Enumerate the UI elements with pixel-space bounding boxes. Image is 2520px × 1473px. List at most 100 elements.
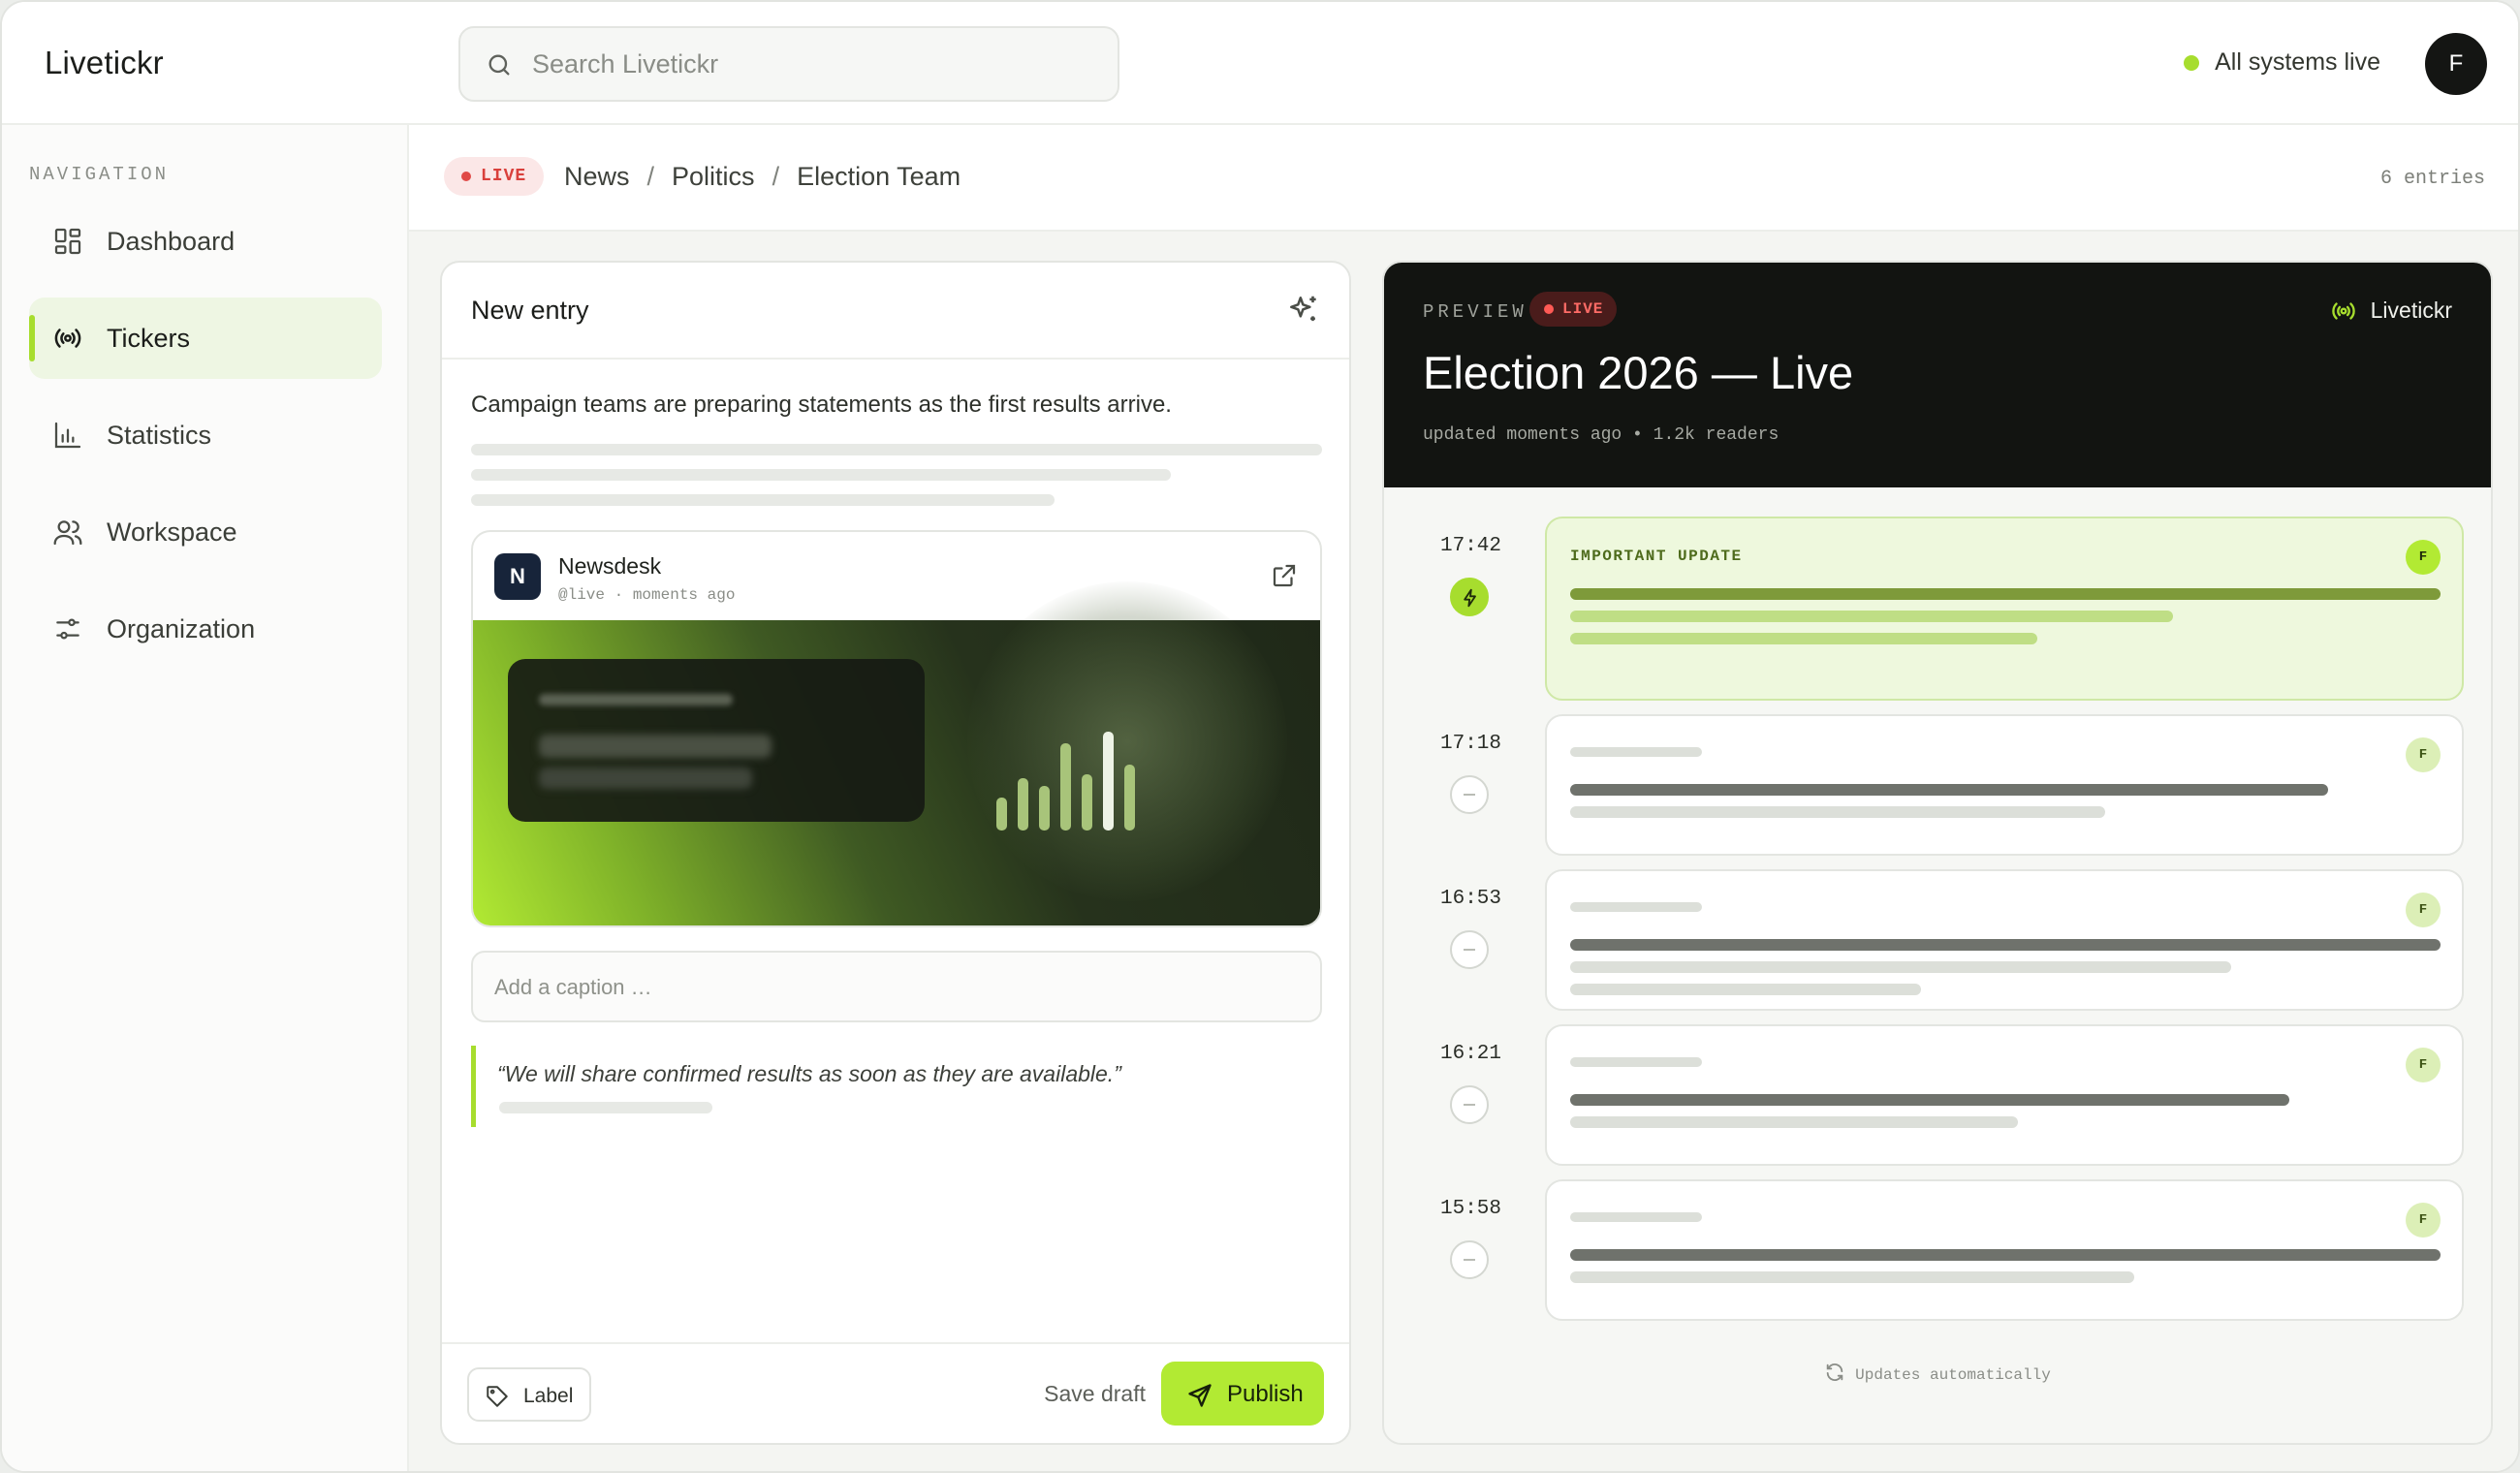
send-icon [1188,1384,1212,1407]
entry-time: 17:42 [1440,535,1502,557]
image-bar [1103,732,1114,831]
content-line [1570,1057,1702,1067]
editor-footer: Label Save draft Publish [442,1342,1349,1443]
live-badge: LIVE [444,157,545,196]
timeline-entry[interactable]: IMPORTANT UPDATE F [1545,517,2464,701]
preview-header: PREVIEW LIVE Livetickr Election 2026 — L… [1384,263,2491,487]
entry-time: 16:53 [1440,888,1502,910]
breadcrumb: News / Politics / Election Team [564,162,961,192]
sliders-icon [56,618,79,640]
quote-text: “We will share confirmed results as soon… [497,1061,1121,1086]
content-line [1570,747,1702,757]
broadcast-icon [54,329,81,348]
content-line [1570,784,2328,796]
author-avatar: F [2406,893,2441,927]
preview-live-badge: LIVE [1529,292,1618,327]
important-label: IMPORTANT UPDATE [1570,548,1743,565]
bolt-icon [1464,588,1476,608]
author-avatar: F [2406,1203,2441,1238]
caption-input[interactable]: Add a caption … [471,951,1322,1022]
tag-icon [487,1386,508,1407]
auto-update-text: Updates automatically [1855,1366,2051,1384]
preview-brand-name: Livetickr [2370,298,2452,323]
blurred-line [539,768,752,789]
timeline-marker [1450,930,1489,969]
auto-update-note: Updates automatically [1384,1362,2491,1384]
search-icon [488,54,510,76]
breadcrumb-bar: LIVE News / Politics / Election Team 6 entri… [409,125,2518,232]
preview-meta: updated moments ago • 1.2k readers [1423,425,1780,445]
caption-placeholder: Add a caption … [494,975,652,999]
embed-image [473,581,1320,925]
content-line [1570,984,1921,995]
content-line [1570,588,2441,600]
top-bar: Livetickr Search Livetickr All systems l… [2,2,2518,125]
image-bar [996,798,1007,831]
app-logo[interactable]: Livetickr [45,45,164,81]
publish-button[interactable]: Publish [1161,1362,1324,1426]
author-avatar: F [2406,1048,2441,1082]
system-status-text: All systems live [2215,48,2380,76]
sidebar-item-dashboard[interactable]: Dashboard [29,201,382,282]
entry-time: 15:58 [1440,1198,1502,1220]
preview-brand: Livetickr [2331,298,2452,324]
author-avatar: F [2406,540,2441,575]
breadcrumb-separator: / [772,162,780,191]
source-name: Newsdesk [558,553,662,579]
timeline-marker [1450,578,1489,616]
sidebar-item-organization[interactable]: Organization [29,588,382,670]
content-line [1570,1094,2289,1106]
timeline-entry[interactable]: F [1545,1179,2464,1321]
blurred-line [539,735,772,758]
embed-card[interactable]: N Newsdesk @live · moments ago [471,530,1322,927]
dashboard-icon [54,228,81,255]
sidebar: NAVIGATION Dashboard Tickers Statistics … [2,125,409,1471]
text-placeholder-line [471,444,1322,455]
image-glow [967,581,1287,901]
label-button[interactable]: Label [467,1367,591,1422]
timeline-entry[interactable]: F [1545,869,2464,1011]
sidebar-item-label: Organization [107,614,256,643]
image-bar [1039,786,1050,831]
content-line [1570,806,2105,818]
sidebar-item-tickers[interactable]: Tickers [29,298,382,379]
breadcrumb-news[interactable]: News [564,162,630,191]
external-link-icon[interactable] [1270,561,1299,590]
sidebar-item-label: Tickers [107,324,190,353]
content-line [1570,1212,1702,1222]
timeline-marker [1450,775,1489,814]
search-input[interactable]: Search Livetickr [458,26,1119,102]
editor-panel: New entry Campaign teams are preparing s… [440,261,1351,1445]
breadcrumb-election-team[interactable]: Election Team [797,162,961,191]
source-badge: N [494,553,541,600]
save-draft-button[interactable]: Save draft [1044,1381,1146,1407]
sidebar-item-label: Statistics [107,421,212,450]
content-line [1570,611,2173,622]
user-avatar[interactable]: F [2425,33,2487,95]
blurred-line [539,694,733,705]
quote-block[interactable]: “We will share confirmed results as soon… [471,1046,1322,1127]
sidebar-item-label: Workspace [107,517,237,547]
text-placeholder-line [471,469,1171,481]
content-line [1570,902,1702,912]
search-placeholder: Search Livetickr [532,49,719,78]
text-placeholder-line [471,494,1055,506]
timeline-entry[interactable]: F [1545,714,2464,856]
entry-body-text[interactable]: Campaign teams are preparing statements … [471,392,1172,419]
broadcast-icon [2331,302,2355,320]
sidebar-item-workspace[interactable]: Workspace [29,491,382,573]
timeline-entry[interactable]: F [1545,1024,2464,1166]
users-icon [53,520,82,546]
sparkles-icon[interactable] [1285,292,1322,329]
main-area: New entry Campaign teams are preparing s… [409,232,2518,1471]
breadcrumb-politics[interactable]: Politics [672,162,755,191]
blurred-preview-card [508,659,925,822]
app-window: Livetickr Search Livetickr All systems l… [0,0,2520,1473]
image-bar [1018,778,1028,831]
entry-count: 6 entries [2379,168,2485,190]
content-line [1570,1249,2441,1261]
bar-chart-icon [54,422,81,449]
content-line [1570,1116,2018,1128]
nav-heading: NAVIGATION [29,164,170,185]
sidebar-item-statistics[interactable]: Statistics [29,394,382,476]
